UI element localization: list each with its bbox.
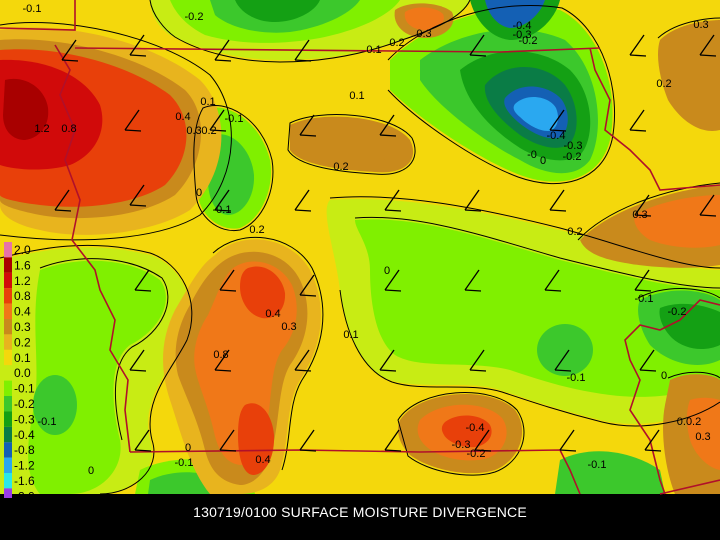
legend-label: 2.0: [14, 243, 31, 257]
legend-swatch: [4, 426, 12, 443]
contour-label: 0.2: [389, 37, 404, 49]
legend-label: -0.3: [14, 412, 35, 426]
legend-label: 0.8: [14, 289, 31, 303]
color-legend: 2.01.6 1.20.8 0.40.30.2 0.10.0 -0.1-0.2-0.3 -…: [4, 242, 35, 498]
contour-label: -0: [527, 149, 537, 161]
legend-swatch: [4, 303, 12, 319]
legend-swatch: [4, 334, 12, 350]
contour-label: 0.8: [61, 123, 76, 135]
contour-label: 0.4: [265, 308, 280, 320]
legend-swatch: [4, 488, 12, 498]
legend-swatch: [4, 457, 12, 473]
contour-label: 0.4: [255, 454, 270, 466]
legend-label: 1.6: [14, 258, 31, 272]
map-viewer: -0.1 -0.2 0.3 0.2 0.1 -0.4 -0.3 -0.2 0.3 0.2 0.1 0.…: [0, 0, 720, 540]
contour-label: 0.3: [632, 209, 647, 221]
legend-label: -2.0: [14, 489, 35, 498]
contour-label: -0.2: [185, 11, 204, 23]
contour-label: -0.1: [635, 293, 654, 305]
contour-label: 0.3: [416, 28, 431, 40]
map-caption: 130719/0100 SURFACE MOISTURE DIVERGENCE: [193, 504, 527, 520]
contour-label: 0.3: [693, 19, 708, 31]
contour-label: 0: [185, 442, 191, 454]
contour-label: -0.4: [466, 422, 485, 434]
legend-swatch: [4, 349, 12, 366]
legend-swatch: [4, 473, 12, 489]
contour-label: -0.2: [668, 306, 687, 318]
contour-label: -0.2: [519, 35, 538, 47]
contour-label: -0.1: [175, 457, 194, 469]
filled-contours: [0, 0, 720, 494]
contour-label: 0: [540, 155, 546, 167]
contour-label: -0.1: [567, 372, 586, 384]
contour-label: 0.2: [656, 78, 671, 90]
divergence-map: -0.1-0.20.30.20.1-0.4-0.3-0.20.30.20.10.…: [0, 0, 720, 498]
contour-label: 0: [88, 465, 94, 477]
contour-label: 0: [384, 265, 390, 277]
contour-label: 0.0.2: [677, 416, 701, 428]
legend-label: -0.2: [14, 397, 35, 411]
contour-label: 0.4: [175, 111, 190, 123]
contour-label: -0.1: [588, 459, 607, 471]
legend-label: -1.2: [14, 459, 35, 473]
legend-swatch: [4, 242, 12, 258]
contour-label: 0.2: [201, 125, 216, 137]
contour-label: 0.1: [349, 90, 364, 102]
contour-label: 0.3: [695, 431, 710, 443]
legend-swatch: [4, 365, 12, 381]
legend-swatch: [4, 380, 12, 396]
legend-swatch: [4, 319, 12, 335]
contour-label: -0.1: [38, 416, 57, 428]
contour-label: 1.2: [34, 123, 49, 135]
contour-label: -0.1: [225, 113, 244, 125]
contour-label: 0.3: [186, 125, 201, 137]
legend-swatch: [4, 442, 12, 458]
contour-label: 0.3: [281, 321, 296, 333]
contour-label: 0.2: [249, 224, 264, 236]
legend-swatch: [4, 396, 12, 412]
legend-label: 1.2: [14, 274, 31, 288]
contour-label: 0: [661, 370, 667, 382]
contour-label: 0: [196, 187, 202, 199]
contour-label: 0.8: [213, 349, 228, 361]
contour-label: 0.2: [567, 226, 582, 238]
legend-swatch: [4, 272, 12, 289]
contour-label: 0.2: [333, 161, 348, 173]
contour-label: 0.1: [200, 96, 215, 108]
contour-label: -0.2: [467, 448, 486, 460]
legend-swatch: [4, 411, 12, 427]
contour-label: 0.1: [343, 329, 358, 341]
field-neg-0.2-south: [537, 324, 593, 376]
legend-label: 0.1: [14, 351, 31, 365]
legend-label: -0.1: [14, 382, 35, 396]
legend-swatch: [4, 257, 12, 273]
legend-label: 0.0: [14, 366, 31, 380]
contour-label: -0.2: [563, 151, 582, 163]
contour-label: -0.1: [23, 3, 42, 15]
legend-label: 0.2: [14, 335, 31, 349]
legend-swatch: [4, 288, 12, 304]
legend-label: -0.8: [14, 443, 35, 457]
legend-label: 0.4: [14, 305, 31, 319]
contour-label: -0.1: [213, 204, 232, 216]
legend-label: -1.6: [14, 474, 35, 488]
contour-label: 0.1: [366, 44, 381, 56]
legend-label: 0.3: [14, 320, 31, 334]
legend-label: -0.4: [14, 428, 35, 442]
